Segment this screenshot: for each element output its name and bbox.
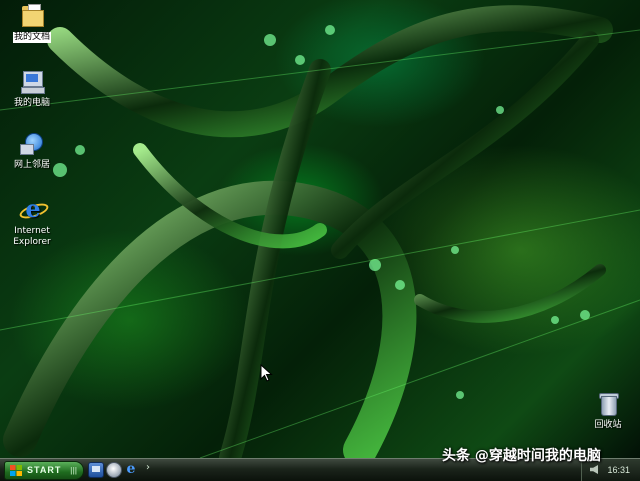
desktop-icon-my-documents[interactable]: 我的文档	[2, 2, 62, 43]
desktop-icon-label: 我的文档	[12, 32, 51, 43]
desktop-wallpaper	[0, 0, 640, 458]
desktop-icon-label: 我的电脑	[13, 98, 50, 108]
watermark-text: 头条 @穿越时间我的电脑	[442, 448, 601, 464]
internet-explorer-icon: e	[17, 196, 51, 224]
desktop-icon-label: Internet Explorer	[13, 226, 51, 247]
start-grip: |||	[70, 466, 77, 475]
network-places-icon	[18, 130, 46, 158]
recycle-bin-icon	[594, 390, 622, 418]
desktop-icon-label: 网上邻居	[13, 160, 50, 170]
mouse-cursor-icon	[260, 364, 273, 382]
my-computer-icon	[18, 68, 46, 96]
media-player-icon[interactable]	[106, 462, 122, 478]
my-documents-folder-icon	[18, 2, 46, 30]
desktop-icon-network-places[interactable]: 网上邻居	[2, 130, 62, 171]
desktop-icon-internet-explorer[interactable]: e Internet Explorer	[2, 196, 62, 248]
desktop-icon-my-computer[interactable]: 我的电脑	[2, 68, 62, 109]
desktop-icon-label: 回收站	[594, 420, 622, 430]
start-label: START	[27, 465, 62, 475]
quicklaunch-internet-explorer-icon[interactable]: e	[124, 462, 138, 476]
volume-icon[interactable]	[590, 465, 598, 474]
start-button[interactable]: START |||	[4, 461, 84, 480]
desktop-icon-recycle-bin[interactable]: 回收站	[578, 390, 638, 431]
clock[interactable]: 16:31	[607, 464, 630, 476]
quick-launch-chevron-icon[interactable]: ›	[146, 462, 150, 473]
windows-logo-icon	[10, 465, 22, 476]
show-desktop-icon[interactable]	[88, 462, 104, 478]
